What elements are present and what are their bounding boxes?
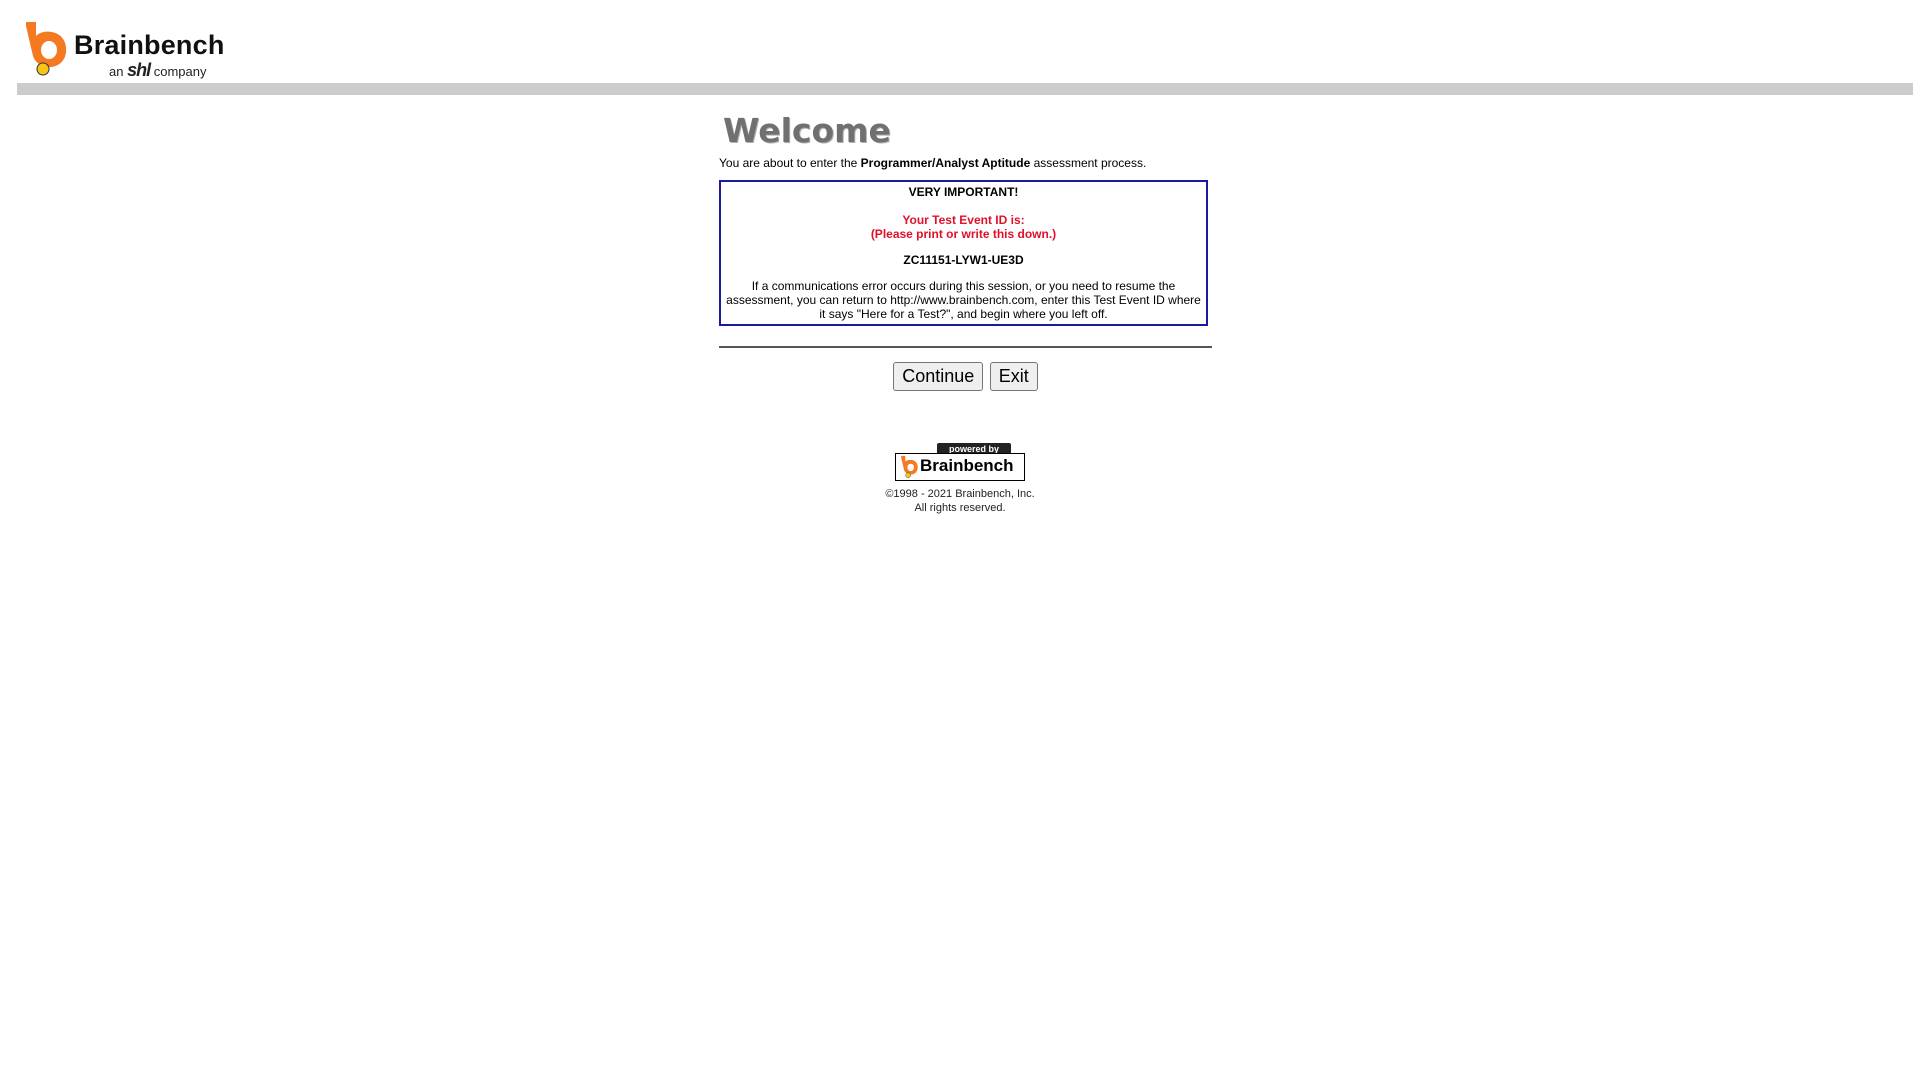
- main-content: Welcome You are about to enter the Progr…: [719, 110, 1212, 391]
- content-divider: [719, 346, 1212, 348]
- test-event-id: ZC11151-LYW1-UE3D: [903, 253, 1024, 267]
- brainbench-logo-icon: [26, 22, 67, 76]
- important-notice-box: VERY IMPORTANT! Your Test Event ID is: (…: [719, 180, 1208, 326]
- rights-text: All rights reserved.: [914, 502, 1006, 514]
- logo-tagline: an shl company: [109, 60, 207, 80]
- copyright-text: ©1998 - 2021 Brainbench, Inc.: [885, 488, 1035, 500]
- continue-button[interactable]: Continue: [893, 362, 984, 391]
- event-id-instruction: (Please print or write this down.): [870, 227, 1057, 241]
- powered-by-box: Brainbench: [895, 453, 1025, 481]
- resume-instructions: If a communications error occurs during …: [726, 279, 1201, 321]
- intro-text: You are about to enter the Programmer/An…: [719, 156, 1147, 170]
- brainbench-logo[interactable]: Brainbench an shl company: [22, 20, 225, 80]
- page-header: Brainbench an shl company: [0, 0, 1920, 84]
- page-title: Welcome: [723, 111, 891, 150]
- brainbench-small-logo-icon: [901, 455, 918, 478]
- powered-by-badge[interactable]: powered by Brainbench: [895, 443, 1025, 481]
- event-id-label: Your Test Event ID is:: [902, 213, 1025, 227]
- page-footer: powered by Brainbench ©1998 - 2021 Brain…: [0, 443, 1920, 514]
- powered-by-brand: Brainbench: [920, 456, 1014, 475]
- assessment-name: Programmer/Analyst Aptitude: [860, 156, 1031, 170]
- header-divider-bar: [17, 83, 1913, 95]
- notice-heading: VERY IMPORTANT!: [908, 185, 1019, 199]
- logo-wordmark: Brainbench: [74, 30, 225, 60]
- exit-button[interactable]: Exit: [989, 362, 1038, 391]
- action-buttons: Continue Exit: [719, 362, 1212, 391]
